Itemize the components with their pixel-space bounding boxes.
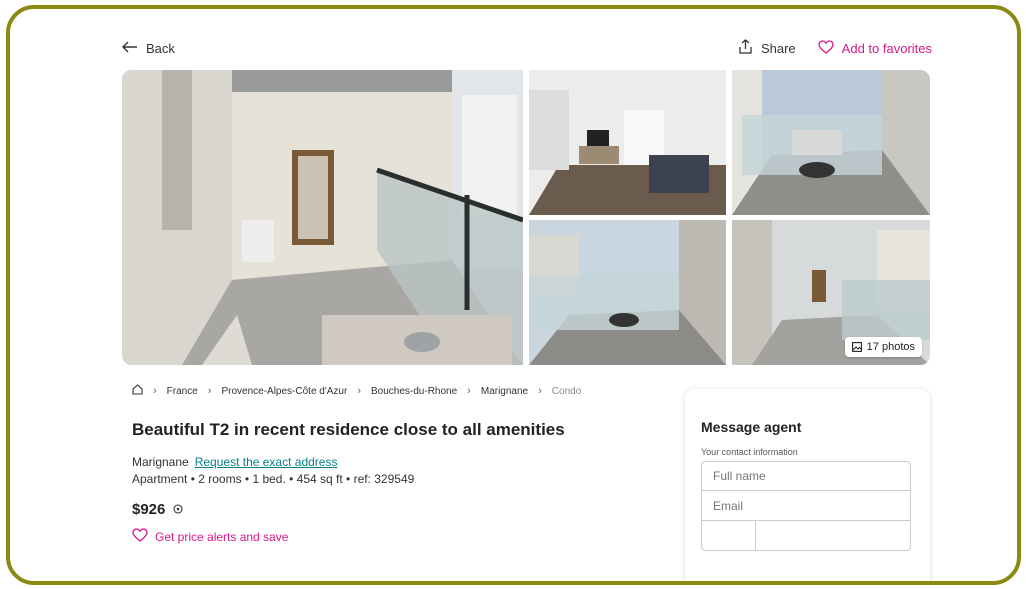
fullname-input[interactable] [701,461,911,491]
price-alert-button[interactable]: Get price alerts and save [132,528,288,545]
phone-input[interactable] [756,521,910,550]
email-input[interactable] [701,491,911,521]
listing-price-row: $926 [132,501,183,518]
gallery-photo-balcony-3[interactable]: 17 photos [732,220,930,365]
message-agent-card: Message agent Your contact information [685,389,930,581]
chevron-right-icon: › [357,385,361,397]
breadcrumb-current: Condo [551,385,582,397]
listing-title: Beautiful T2 in recent residence close t… [132,420,565,439]
request-address-link[interactable]: Request the exact address [195,455,338,469]
add-to-favorites-button[interactable]: Add to favorites [818,39,932,57]
photos-count-label: 17 photos [866,341,915,353]
chevron-right-icon: › [207,385,212,397]
info-icon[interactable] [173,501,183,518]
chevron-right-icon: › [538,385,542,397]
chevron-right-icon: › [153,385,157,397]
message-agent-title: Message agent [701,419,802,435]
gallery-photo-balcony-1[interactable] [732,70,930,215]
breadcrumb-item-department[interactable]: Bouches-du-Rhone [371,386,457,397]
listing-price: $926 [132,501,166,518]
gallery-photo-living-room[interactable] [529,70,726,215]
favorites-label: Add to favorites [841,40,932,56]
price-alert-label: Get price alerts and save [155,529,289,544]
contact-info-label: Your contact information [701,447,798,457]
gallery-photo-main[interactable] [122,70,523,365]
share-label: Share [760,40,796,56]
phone-field [701,521,911,551]
arrow-left-icon [122,41,138,56]
share-button[interactable]: Share [738,39,796,57]
top-bar: Back Share Add to favorites [122,37,932,59]
listing-details: Apartment • 2 rooms • 1 bed. • 454 sq ft… [132,472,415,486]
browser-frame: Back Share Add to favorites 17 photos › … [6,5,1021,585]
heart-icon [132,528,148,545]
gallery-photo-balcony-2[interactable] [529,220,726,365]
back-button[interactable]: Back [122,41,175,56]
photos-count-button[interactable]: 17 photos [844,337,922,357]
home-icon[interactable] [132,384,143,398]
share-icon [738,39,753,57]
breadcrumb: › France › Provence-Alpes-Côte d'Azur › … [132,384,581,398]
photo-gallery: 17 photos [122,70,930,365]
listing-address: Marignane Request the exact address [132,455,337,469]
breadcrumb-item-country[interactable]: France [167,386,198,397]
heart-icon [818,39,834,57]
image-icon [851,342,862,352]
listing-city: Marignane [132,455,189,469]
back-label: Back [146,40,175,56]
breadcrumb-item-city[interactable]: Marignane [481,386,528,397]
chevron-right-icon: › [467,385,471,397]
header-actions: Share Add to favorites [738,39,932,57]
breadcrumb-item-region[interactable]: Provence-Alpes-Côte d'Azur [221,386,347,397]
country-code-select[interactable] [702,521,756,550]
